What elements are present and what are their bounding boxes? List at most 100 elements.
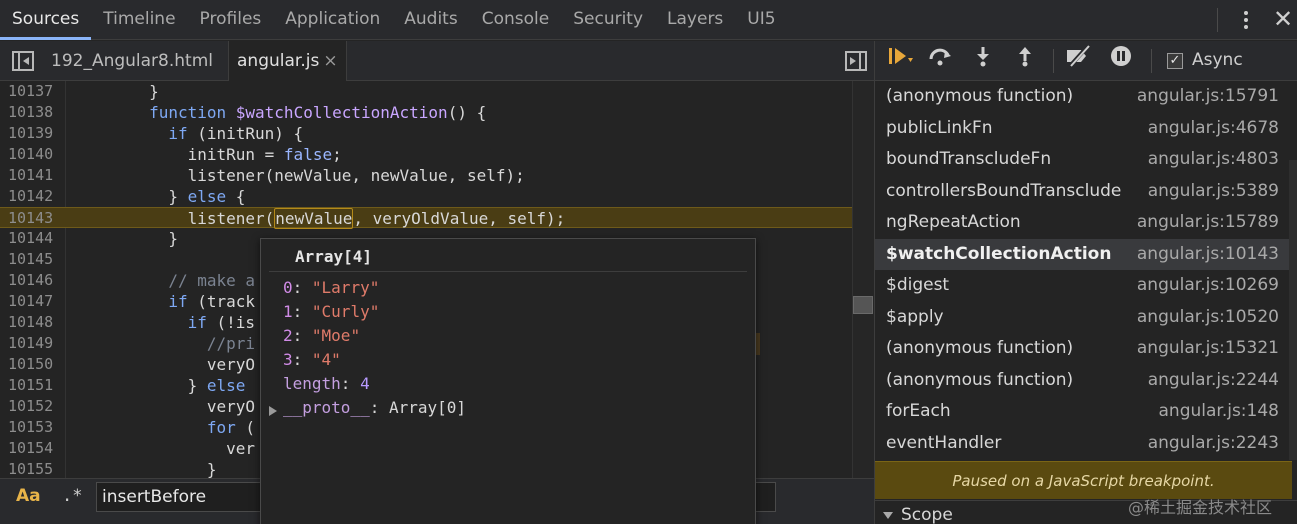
code-line[interactable]: 10138 function $watchCollectionAction() … — [0, 102, 874, 123]
call-frame-location[interactable]: angular.js:2244 — [1148, 365, 1279, 396]
value-popover: Array[4] 0: "Larry" 1: "Curly" 2: "Moe" … — [260, 238, 756, 524]
line-number[interactable]: 10153 — [8, 417, 64, 438]
array-item: 1: "Curly" — [283, 302, 380, 321]
call-frame-location[interactable]: angular.js:15791 — [1137, 81, 1279, 112]
call-frame[interactable]: publicLinkFn angular.js:4678 — [875, 113, 1297, 144]
pause-on-exceptions-button[interactable] — [1103, 41, 1139, 81]
editor-tab-bar: 192_Angular8.html angular.js × — [0, 41, 874, 82]
step-out-icon — [1019, 47, 1031, 67]
code-line[interactable]: 10142 } else { — [0, 186, 874, 207]
line-number[interactable]: 10155 — [8, 459, 64, 478]
expand-triangle-icon[interactable] — [269, 406, 277, 416]
line-number[interactable]: 10154 — [8, 438, 64, 459]
array-item: 0: "Larry" — [283, 278, 380, 297]
call-frame-location[interactable]: angular.js:4678 — [1148, 113, 1279, 144]
collapse-triangle-icon — [883, 511, 893, 519]
scrollbar-thumb[interactable] — [853, 296, 873, 314]
call-frame-name: $watchCollectionAction — [886, 243, 1112, 264]
call-stack: (anonymous function) angular.js:15791 publ… — [875, 81, 1297, 461]
tab-audits[interactable]: Audits — [392, 0, 469, 40]
code-text: if (!is — [187, 313, 256, 332]
call-frame-location[interactable]: angular.js:4803 — [1148, 144, 1279, 175]
code-text: listener(newValue, veryOldValue, self); — [72, 208, 566, 229]
code-text: // make a — [168, 271, 256, 290]
call-frame[interactable]: ngRepeatAction angular.js:15789 — [875, 207, 1297, 238]
line-number[interactable]: 10152 — [8, 396, 64, 417]
call-stack-scrollbar[interactable] — [1289, 160, 1297, 460]
code-text: } — [72, 82, 159, 101]
step-into-button[interactable] — [965, 41, 1001, 81]
call-frame-location[interactable]: angular.js:5389 — [1148, 176, 1279, 207]
call-frame[interactable]: $apply angular.js:10520 — [875, 302, 1297, 333]
deactivate-breakpoints-button[interactable] — [1061, 41, 1097, 81]
close-devtools-icon[interactable]: ✕ — [1270, 4, 1296, 34]
line-number[interactable]: 10150 — [8, 354, 64, 375]
call-frame[interactable]: boundTranscludeFn angular.js:4803 — [875, 144, 1297, 175]
toggle-navigator-icon[interactable] — [12, 51, 34, 71]
step-into-icon — [977, 47, 989, 67]
tab-console[interactable]: Console — [470, 0, 562, 40]
file-tab-html[interactable]: 192_Angular8.html — [43, 41, 221, 81]
async-checkbox[interactable]: ✓ — [1167, 53, 1183, 69]
code-line[interactable]: 10137 } — [0, 81, 874, 102]
call-frame-location[interactable]: angular.js:2243 — [1148, 428, 1279, 459]
line-number[interactable]: 10148 — [8, 312, 64, 333]
code-line[interactable]: 10140 initRun = false; — [0, 144, 874, 165]
line-number[interactable]: 10151 — [8, 375, 64, 396]
close-tab-icon[interactable]: × — [323, 51, 337, 71]
line-number[interactable]: 10144 — [8, 228, 64, 249]
resume-button[interactable] — [883, 41, 919, 81]
line-number[interactable]: 10146 — [8, 270, 64, 291]
line-number[interactable]: 10139 — [8, 123, 64, 144]
editor-scrollbar[interactable] — [852, 81, 874, 478]
step-out-button[interactable] — [1007, 41, 1043, 81]
code-text: initRun = false; — [72, 145, 342, 164]
call-frame[interactable]: forEach angular.js:148 — [875, 396, 1297, 427]
line-number[interactable]: 10143 — [8, 208, 64, 229]
line-number[interactable]: 10147 — [8, 291, 64, 312]
code-line[interactable]: 10139 if (initRun) { — [0, 123, 874, 144]
call-frame[interactable]: $digest angular.js:10269 — [875, 270, 1297, 301]
call-frame[interactable]: $watchCollectionAction angular.js:10143 — [875, 238, 1297, 270]
call-frame-name: controllersBoundTransclude — [886, 180, 1122, 201]
call-frame-location[interactable]: angular.js:15789 — [1137, 207, 1279, 238]
tab-layers[interactable]: Layers — [655, 0, 735, 40]
tab-sources[interactable]: Sources — [0, 0, 92, 40]
line-number[interactable]: 10138 — [8, 102, 64, 123]
call-frame-location[interactable]: angular.js:10143 — [1137, 239, 1279, 270]
code-text: for ( — [206, 418, 256, 437]
line-number[interactable]: 10137 — [8, 81, 64, 102]
call-frame[interactable]: (anonymous function) angular.js:15791 — [875, 81, 1297, 112]
file-tab-angular[interactable]: angular.js × — [228, 41, 347, 82]
line-number[interactable]: 10141 — [8, 165, 64, 186]
call-frame-name: $apply — [886, 306, 944, 327]
tab-timeline[interactable]: Timeline — [91, 0, 187, 40]
toggle-debugger-icon[interactable] — [845, 51, 867, 71]
tab-security[interactable]: Security — [561, 0, 655, 40]
deactivate-breakpoints-icon — [1067, 44, 1090, 68]
execution-line[interactable]: 10143 listener(newValue, veryOldValue, s… — [0, 207, 874, 229]
call-frame-location[interactable]: angular.js:10269 — [1137, 270, 1279, 301]
call-frame[interactable]: (anonymous function) angular.js:15321 — [875, 333, 1297, 364]
call-frame-location[interactable]: angular.js:148 — [1159, 396, 1280, 427]
array-proto[interactable]: __proto__: Array[0] — [283, 397, 466, 419]
call-frame-location[interactable]: angular.js:10520 — [1137, 302, 1279, 333]
tab-ui5[interactable]: UI5 — [735, 0, 787, 40]
line-number[interactable]: 10140 — [8, 144, 64, 165]
tab-application[interactable]: Application — [273, 0, 392, 40]
more-menu-icon[interactable] — [1236, 6, 1256, 34]
call-frame-location[interactable]: angular.js:15321 — [1137, 333, 1279, 364]
tab-profiles[interactable]: Profiles — [188, 0, 274, 40]
line-number[interactable]: 10145 — [8, 249, 64, 270]
match-case-toggle[interactable]: Aa — [16, 486, 41, 506]
call-frame[interactable]: eventHandler angular.js:2243 — [875, 428, 1297, 459]
line-number[interactable]: 10149 — [8, 333, 64, 354]
call-frame[interactable]: (anonymous function) angular.js:2244 — [875, 365, 1297, 396]
line-number[interactable]: 10142 — [8, 186, 64, 207]
code-line[interactable]: 10141 listener(newValue, newValue, self)… — [0, 165, 874, 186]
regex-toggle[interactable]: .* — [62, 486, 82, 506]
call-frame[interactable]: controllersBoundTransclude angular.js:538… — [875, 176, 1297, 207]
call-frame-name: publicLinkFn — [886, 117, 993, 138]
step-over-button[interactable] — [923, 41, 959, 81]
call-frame-name: (anonymous function) — [886, 369, 1074, 390]
